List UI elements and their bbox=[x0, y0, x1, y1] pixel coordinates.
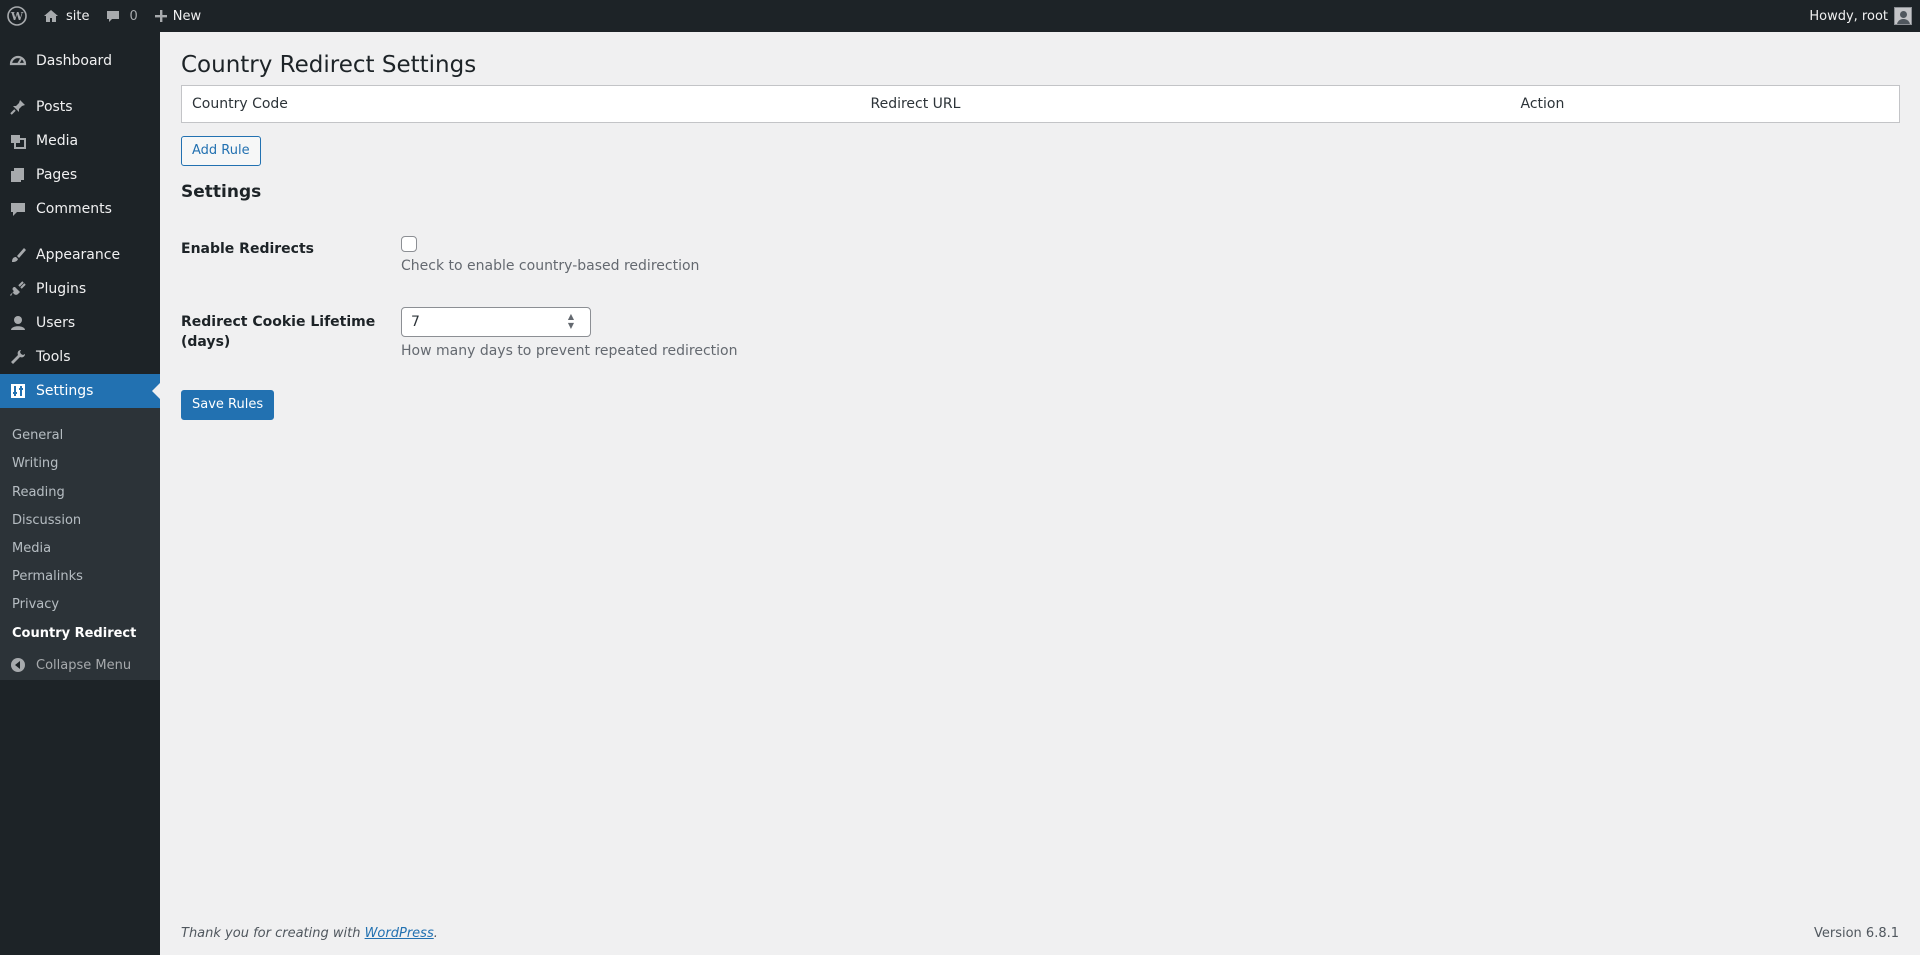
sidebar-item-label: Posts bbox=[36, 99, 73, 115]
dashboard-icon bbox=[0, 52, 36, 70]
footer-version: Version 6.8.1 bbox=[1813, 926, 1899, 941]
submenu-item-permalinks[interactable]: Permalinks bbox=[12, 569, 83, 584]
settings-heading: Settings bbox=[181, 182, 262, 202]
my-account[interactable]: Howdy, root bbox=[1809, 7, 1920, 25]
wrench-icon bbox=[0, 348, 36, 366]
submenu-item-privacy[interactable]: Privacy bbox=[12, 597, 59, 612]
wordpress-link[interactable]: WordPress bbox=[365, 926, 434, 941]
sidebar-item-dashboard[interactable]: Dashboard bbox=[0, 44, 160, 78]
sidebar-item-label: Media bbox=[36, 133, 79, 149]
collapse-menu-label: Collapse Menu bbox=[36, 657, 132, 673]
enable-redirects-label: Enable Redirects bbox=[181, 241, 314, 257]
cookie-lifetime-label: Redirect Cookie Lifetime (days) bbox=[181, 314, 376, 350]
plug-icon bbox=[0, 280, 36, 298]
table-header-row: Country Code Redirect URL Action bbox=[181, 85, 1900, 123]
sidebar-item-label: Users bbox=[36, 315, 76, 331]
sidebar-item-media[interactable]: Media bbox=[0, 124, 160, 158]
enable-redirects-description: Check to enable country-based redirectio… bbox=[401, 258, 700, 274]
column-header-country-code: Country Code bbox=[181, 85, 861, 123]
site-name: site bbox=[66, 8, 90, 24]
settings-submenu: General Writing Reading Discussion Media… bbox=[0, 408, 160, 680]
comment-icon bbox=[0, 200, 36, 218]
submenu-item-writing[interactable]: Writing bbox=[12, 456, 58, 471]
submenu-item-country-redirect[interactable]: Country Redirect bbox=[12, 626, 136, 641]
sidebar-item-plugins[interactable]: Plugins bbox=[0, 272, 160, 306]
column-header-redirect-url: Redirect URL bbox=[860, 85, 1511, 123]
cookie-lifetime-description: How many days to prevent repeated redire… bbox=[401, 343, 738, 359]
sidebar-item-posts[interactable]: Posts bbox=[0, 90, 160, 124]
wordpress-logo-button[interactable]: W bbox=[0, 0, 35, 32]
plus-icon bbox=[154, 9, 168, 23]
avatar bbox=[1894, 7, 1912, 25]
rules-table: Country Code Redirect URL Action bbox=[181, 85, 1900, 123]
save-rules-button[interactable]: Save Rules bbox=[181, 390, 275, 420]
collapse-menu-button[interactable]: Collapse Menu bbox=[0, 648, 160, 682]
home-icon bbox=[43, 8, 59, 24]
collapse-arrow-icon bbox=[0, 657, 36, 673]
submenu-item-reading[interactable]: Reading bbox=[12, 485, 65, 500]
sidebar-item-appearance[interactable]: Appearance bbox=[0, 238, 160, 272]
pin-icon bbox=[0, 98, 36, 116]
sidebar-item-label: Settings bbox=[36, 383, 94, 399]
sidebar-item-label: Appearance bbox=[36, 247, 121, 263]
add-rule-button[interactable]: Add Rule bbox=[181, 136, 261, 166]
comments-count: 0 bbox=[129, 8, 138, 24]
footer-thanks: Thank you for creating with WordPress. bbox=[181, 926, 438, 941]
media-icon bbox=[0, 132, 36, 150]
sidebar-item-label: Pages bbox=[36, 167, 78, 183]
settings-icon bbox=[0, 382, 36, 400]
sidebar-item-label: Comments bbox=[36, 201, 112, 217]
page-title: Country Redirect Settings bbox=[181, 52, 477, 78]
admin-menu: Dashboard Posts Media Pages Comments App… bbox=[0, 32, 160, 955]
brush-icon bbox=[0, 246, 36, 264]
number-spinner-icon[interactable]: ▲ ▼ bbox=[565, 311, 577, 331]
sidebar-item-label: Plugins bbox=[36, 281, 87, 297]
new-content-link[interactable]: New bbox=[146, 0, 209, 32]
site-name-link[interactable]: site bbox=[35, 0, 97, 32]
pages-icon bbox=[0, 166, 36, 184]
footer-thanks-prefix: Thank you for creating with bbox=[181, 926, 365, 941]
footer-thanks-suffix: . bbox=[433, 926, 438, 941]
comment-icon bbox=[105, 8, 121, 24]
cookie-lifetime-input[interactable]: 7 bbox=[401, 307, 591, 337]
svg-text:W: W bbox=[10, 10, 24, 23]
sidebar-item-settings[interactable]: Settings bbox=[0, 374, 160, 408]
comments-link[interactable]: 0 bbox=[97, 0, 145, 32]
wordpress-logo-icon: W bbox=[7, 6, 27, 26]
new-label: New bbox=[172, 8, 202, 24]
sidebar-item-comments[interactable]: Comments bbox=[0, 192, 160, 226]
enable-redirects-checkbox[interactable] bbox=[401, 236, 417, 252]
greeting: Howdy, root bbox=[1809, 8, 1888, 24]
sidebar-item-label: Tools bbox=[36, 349, 71, 365]
column-header-action: Action bbox=[1510, 85, 1900, 123]
submenu-item-media[interactable]: Media bbox=[12, 541, 51, 556]
sidebar-item-tools[interactable]: Tools bbox=[0, 340, 160, 374]
sidebar-item-pages[interactable]: Pages bbox=[0, 158, 160, 192]
user-icon bbox=[0, 314, 36, 332]
submenu-item-general[interactable]: General bbox=[12, 428, 63, 443]
sidebar-item-users[interactable]: Users bbox=[0, 306, 160, 340]
sidebar-item-label: Dashboard bbox=[36, 53, 112, 69]
admin-bar: W site 0 New Howdy, root bbox=[0, 0, 1920, 32]
submenu-item-discussion[interactable]: Discussion bbox=[12, 513, 81, 528]
